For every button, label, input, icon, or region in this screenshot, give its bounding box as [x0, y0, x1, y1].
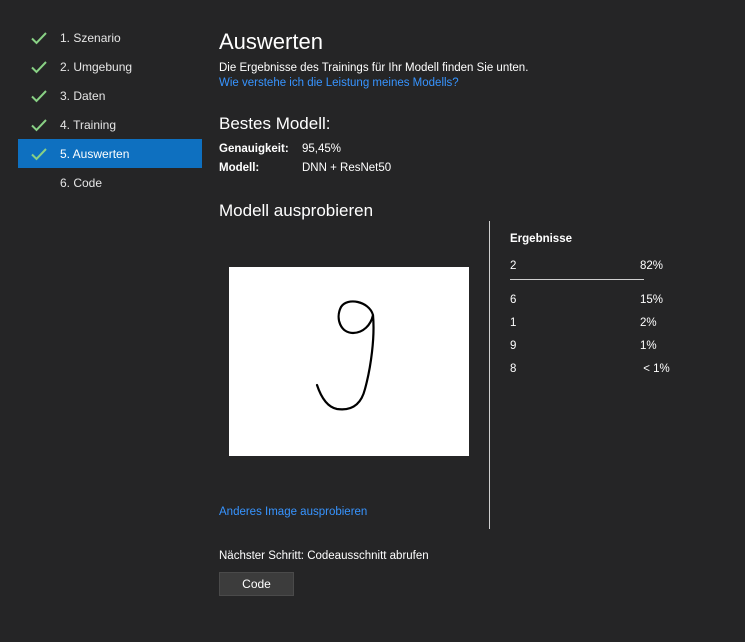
accuracy-value: 95,45% [302, 143, 342, 155]
result-label: 1 [510, 316, 517, 329]
code-button[interactable]: Code [219, 572, 294, 596]
sidebar-item-daten[interactable]: 3. Daten [18, 81, 202, 110]
result-label: 6 [510, 293, 517, 306]
other-image-link[interactable]: Anderes Image ausprobieren [219, 505, 367, 519]
try-model-title: Modell ausprobieren [219, 201, 374, 220]
result-label: 2 [510, 259, 517, 272]
result-row: 8 < 1% [510, 357, 680, 380]
result-row: 6 15% [510, 288, 680, 311]
result-percent: 2% [640, 316, 657, 329]
handwritten-digit-image [315, 300, 375, 411]
page-description: Die Ergebnisse des Trainings für Ihr Mod… [219, 62, 529, 74]
model-row: Modell: DNN + ResNet50 [219, 162, 391, 174]
checkmark-icon [30, 147, 48, 161]
checkmark-icon [30, 89, 48, 103]
page-title: Auswerten [219, 29, 323, 54]
sidebar: 1. Szenario 2. Umgebung 3. Daten 4. Trai… [18, 23, 202, 197]
app-window: 1. Szenario 2. Umgebung 3. Daten 4. Trai… [0, 0, 745, 642]
result-row: 1 2% [510, 311, 680, 334]
divider [489, 221, 490, 529]
help-link[interactable]: Wie verstehe ich die Leistung meines Mod… [219, 76, 729, 90]
sidebar-item-code[interactable]: 6. Code [18, 168, 202, 197]
checkmark-icon [30, 31, 48, 45]
main-content: Auswerten Die Ergebnisse des Trainings f… [219, 28, 729, 596]
result-percent: 1% [640, 339, 657, 352]
sidebar-item-training[interactable]: 4. Training [18, 110, 202, 139]
sidebar-item-szenario[interactable]: 1. Szenario [18, 23, 202, 52]
result-percent: 15% [640, 293, 664, 306]
sidebar-item-label: 5. Auswerten [60, 146, 130, 161]
result-label: 9 [510, 339, 517, 352]
model-label: Modell: [219, 162, 260, 174]
results-separator [510, 279, 644, 280]
accuracy-row: Genauigkeit: 95,45% [219, 143, 341, 155]
results-header: Ergebnisse [510, 233, 572, 245]
checkmark-icon [30, 60, 48, 74]
accuracy-label: Genauigkeit: [219, 143, 289, 155]
results-panel: Ergebnisse 2 82% 6 15% 1 2% 9 1% 8 < 1% [510, 233, 680, 380]
sidebar-item-auswerten[interactable]: 5. Auswerten [18, 139, 202, 168]
best-model-title: Bestes Modell: [219, 114, 331, 133]
model-value: DNN + ResNet50 [302, 162, 392, 174]
result-percent: 82% [640, 259, 664, 272]
next-step-text: Nächster Schritt: Codeausschnitt abrufen [219, 550, 429, 562]
sidebar-item-label: 2. Umgebung [60, 59, 133, 74]
sidebar-item-label: 1. Szenario [60, 30, 121, 45]
sidebar-item-umgebung[interactable]: 2. Umgebung [18, 52, 202, 81]
result-percent: < 1% [640, 362, 670, 375]
test-image [229, 267, 469, 456]
sidebar-item-label: 4. Training [60, 117, 117, 132]
sidebar-item-label: 6. Code [60, 175, 103, 190]
result-row: 9 1% [510, 334, 680, 357]
sidebar-item-label: 3. Daten [60, 88, 106, 103]
result-label: 8 [510, 362, 517, 375]
result-row-top: 2 82% [510, 254, 680, 277]
checkmark-icon [30, 118, 48, 132]
